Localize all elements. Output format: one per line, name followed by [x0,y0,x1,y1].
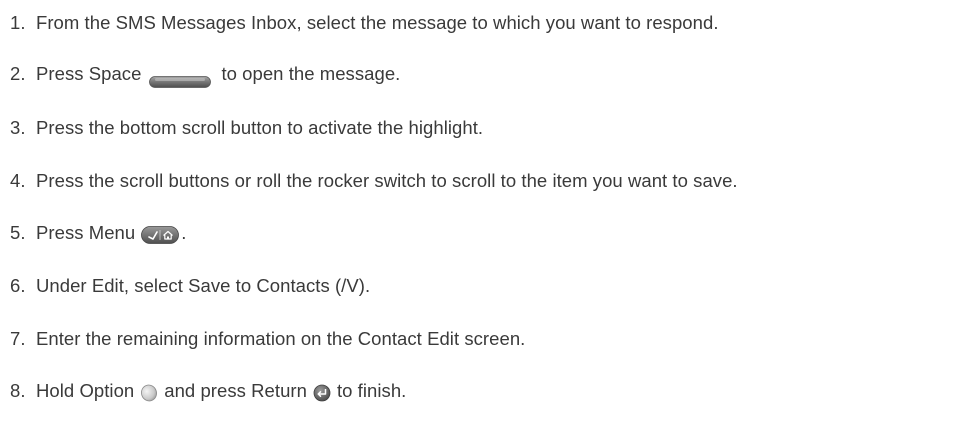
step-text-pre: Press Space [36,63,142,84]
step-7: 7. Enter the remaining information on the… [10,324,525,354]
space-key-icon [149,67,212,89]
step-text: Under Edit, select Save to Contacts (/V)… [36,275,371,296]
step-text: From the SMS Messages Inbox, select the … [36,12,719,33]
step-5: 5. Press Menu . [10,218,186,248]
return-key-icon [313,381,331,402]
step-2: 2. Press Space to open the message. [10,59,400,89]
step-4: 4. Press the scroll buttons or roll the r… [10,166,738,196]
step-text-post: . [181,222,187,243]
step-number: 3. [10,117,26,138]
option-key-icon [140,381,158,402]
step-text-pre: Hold Option [36,380,135,401]
step-text-pre: Press Menu [36,222,136,243]
step-number: 5. [10,222,26,243]
step-number: 8. [10,380,26,401]
step-8: 8. Hold Option and press Return to finis… [10,376,406,406]
step-text: Enter the remaining information on the C… [36,328,526,349]
step-text-post: to finish. [336,380,407,401]
step-text: Press the bottom scroll button to activa… [36,117,484,138]
step-6: 6. Under Edit, select Save to Contacts (/… [10,271,370,301]
step-number: 7. [10,328,26,349]
step-number: 2. [10,63,26,84]
step-text-mid: and press Return [164,380,307,401]
step-text-post: to open the message. [221,63,401,84]
menu-key-icon [141,223,180,245]
step-text: Press the scroll buttons or roll the roc… [36,170,738,191]
step-number: 1. [10,12,26,33]
step-3: 3. Press the bottom scroll button to acti… [10,113,483,143]
step-number: 4. [10,170,26,191]
step-number: 6. [10,275,26,296]
step-1: 1. From the SMS Messages Inbox, select th… [10,8,719,38]
